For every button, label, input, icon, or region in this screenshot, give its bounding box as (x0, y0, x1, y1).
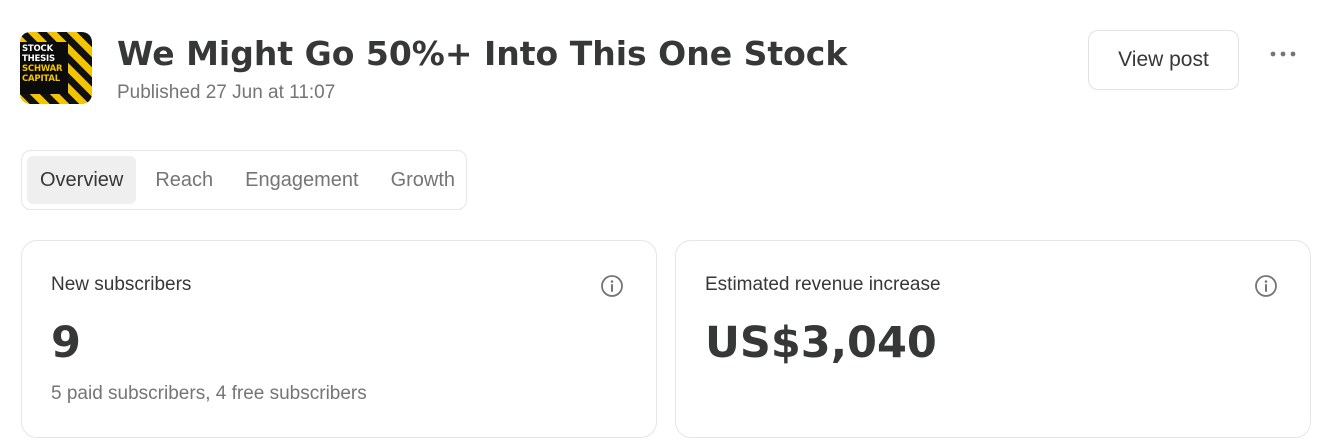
card-value: 9 (51, 318, 81, 368)
post-header: STOCK THESIS SCHWAR CAPITAL We Might Go … (20, 30, 1310, 112)
ellipsis-icon (1270, 51, 1296, 57)
more-options-button[interactable] (1266, 40, 1300, 68)
logo-line: STOCK (22, 44, 53, 54)
logo-line: CAPITAL (22, 74, 60, 84)
card-value: US$3,040 (705, 318, 937, 368)
tab-engagement[interactable]: Engagement (232, 156, 371, 204)
estimated-revenue-card: Estimated revenue increase US$3,040 (675, 240, 1311, 438)
info-icon[interactable] (600, 274, 624, 298)
new-subscribers-card: New subscribers 9 5 paid subscribers, 4 … (21, 240, 657, 438)
card-label: Estimated revenue increase (705, 274, 941, 295)
card-subtext: 5 paid subscribers, 4 free subscribers (51, 383, 367, 404)
tab-reach[interactable]: Reach (142, 156, 226, 204)
view-post-button[interactable]: View post (1088, 30, 1239, 90)
stats-tabs: Overview Reach Engagement Growth (21, 150, 467, 210)
published-date: Published 27 Jun at 11:07 (117, 82, 336, 103)
card-label: New subscribers (51, 274, 192, 295)
tab-overview[interactable]: Overview (27, 156, 137, 204)
info-icon[interactable] (1254, 274, 1278, 298)
logo-text-block: STOCK THESIS SCHWAR CAPITAL (20, 42, 68, 94)
publication-logo: STOCK THESIS SCHWAR CAPITAL (20, 32, 92, 104)
logo-line: SCHWAR (22, 64, 63, 74)
logo-line: THESIS (22, 54, 55, 64)
tab-growth[interactable]: Growth (378, 156, 468, 204)
post-title: We Might Go 50%+ Into This One Stock (117, 34, 848, 73)
